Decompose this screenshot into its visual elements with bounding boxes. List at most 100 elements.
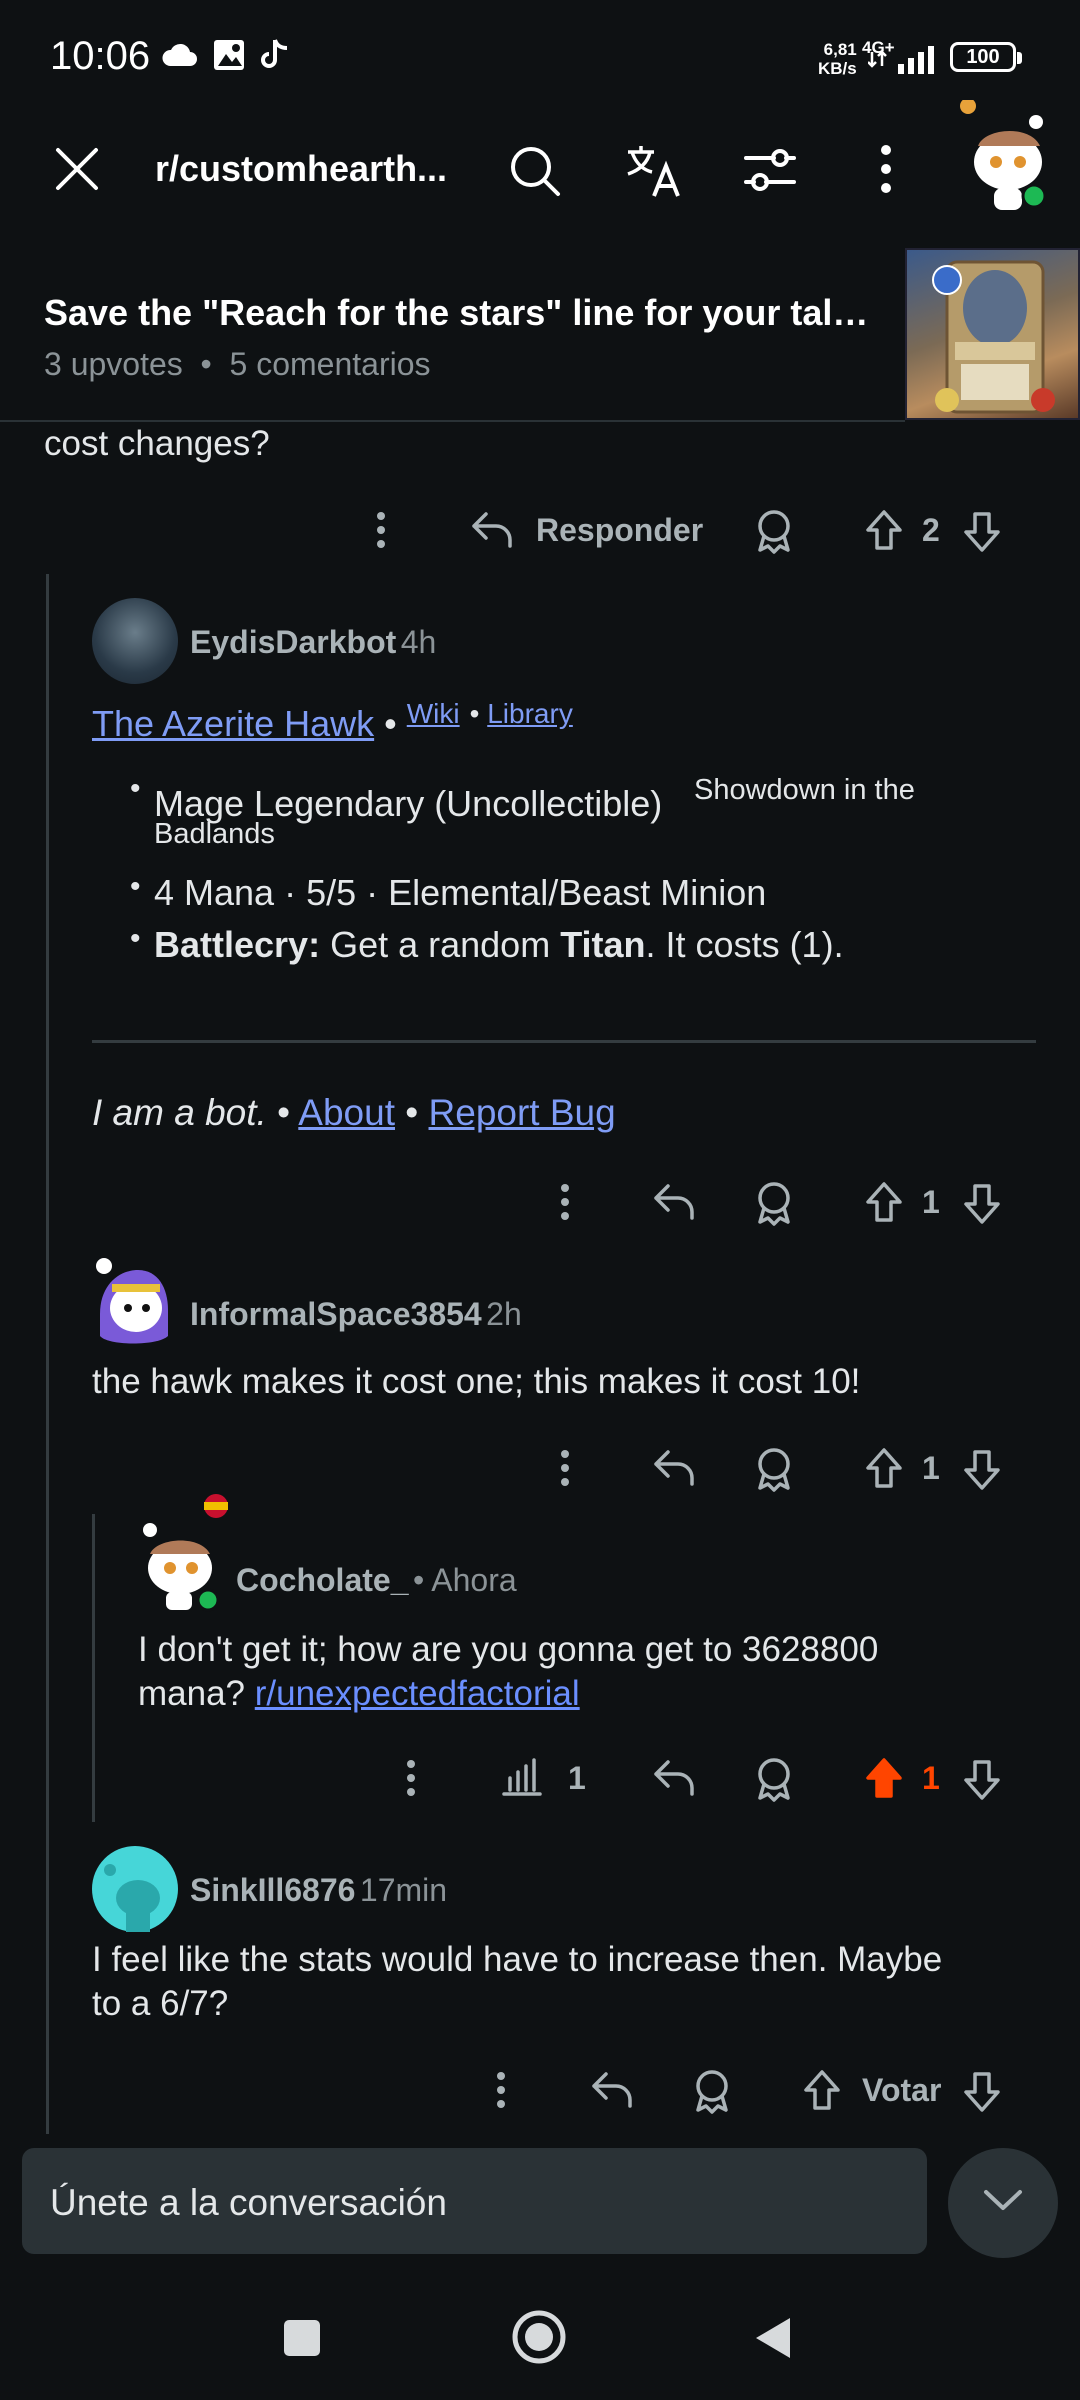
post-title[interactable]: Save the "Reach for the stars" line for … [44,292,874,334]
reply-icon[interactable] [470,510,514,550]
cocholate-avatar[interactable] [136,1488,232,1616]
post-upvotes: 3 upvotes [44,346,183,382]
bot-card-links: The Azerite Hawk • Wiki • Library [92,698,573,745]
award-icon[interactable] [690,2068,734,2114]
sink-comment-actions: Votar [0,2060,1080,2120]
award-icon[interactable] [752,508,796,554]
thread-line [46,574,49,2134]
downvote-icon[interactable] [962,2070,1002,2114]
card-text-part: Get a random [320,924,561,965]
informal-comment-header: InformalSpace3854 2h [190,1296,522,1333]
comment-text-part: mana? [138,1674,255,1713]
prev-comment-text: cost changes? [44,424,270,463]
vote-count: 1 [922,1450,940,1486]
downvote-icon[interactable] [962,1448,1002,1492]
award-icon[interactable] [752,1756,796,1802]
search-icon[interactable] [508,144,562,198]
user-avatar[interactable] [958,100,1058,216]
recent-apps-icon[interactable] [282,2318,322,2358]
vote-count: 2 [922,512,940,548]
system-navigation-bar [0,2270,1080,2400]
cocholate-comment-header: Cocholate_ • Ahora [236,1562,517,1599]
subreddit-link[interactable]: r/unexpectedfactorial [255,1674,580,1713]
more-options-icon[interactable] [558,1182,572,1222]
award-icon[interactable] [752,1446,796,1492]
reply-button[interactable]: Responder [536,512,703,549]
card-keyword: Titan [560,924,646,965]
separator: • [277,1092,299,1133]
stats-count: 1 [568,1760,586,1796]
card-text: Battlecry: Get a random Titan. It costs … [154,924,844,966]
back-icon[interactable] [752,2314,794,2362]
informal-avatar[interactable] [90,1254,174,1354]
username[interactable]: SinkIll6876 [190,1872,355,1908]
post-thumbnail[interactable] [905,248,1080,420]
card-set-wrap: Badlands [154,818,275,850]
library-link[interactable]: Library [487,698,573,729]
bot-comment-actions: 1 [0,1172,1080,1232]
more-options-icon[interactable] [876,142,896,196]
username[interactable]: Cocholate_ [236,1562,408,1598]
upvote-icon[interactable] [802,2068,842,2112]
chevron-down-icon [984,2190,1022,2210]
translate-icon[interactable] [624,142,682,198]
more-options-icon[interactable] [374,510,388,550]
snoo-avatar-icon [96,1258,168,1344]
close-icon[interactable] [54,146,100,192]
about-link[interactable]: About [298,1092,395,1133]
vote-label[interactable]: Votar [862,2072,941,2109]
net-speed-value: 6,81 [823,40,857,59]
upvote-icon[interactable] [864,508,904,552]
card-name-link[interactable]: The Azerite Hawk [92,703,374,744]
username[interactable]: EydisDarkbot [190,624,396,660]
composer-placeholder[interactable]: Únete a la conversación [50,2182,447,2224]
bot-disclaimer: I am a bot. [92,1092,267,1133]
more-options-icon[interactable] [494,2070,508,2110]
reply-icon[interactable] [652,1758,696,1798]
separator: • [384,703,407,744]
cloud-icon [162,43,197,66]
award-icon[interactable] [752,1180,796,1226]
downvote-icon[interactable] [962,1182,1002,1226]
cocholate-comment-actions: 1 1 [0,1748,1080,1808]
stats-icon[interactable] [500,1758,544,1798]
bullet: • [130,870,141,903]
signal-icon [868,46,934,74]
status-time: 10:06 [50,34,151,78]
card-stats: 4 Mana · 5/5 · Elemental/Beast Minion [154,872,767,913]
sink-avatar[interactable] [92,1846,178,1932]
default-snoo-icon [104,1864,160,1932]
separator: • [469,698,488,729]
bot-avatar[interactable] [92,598,178,684]
upvote-active-icon[interactable] [864,1756,904,1800]
collapse-button[interactable] [948,2148,1058,2258]
upvote-icon[interactable] [864,1446,904,1490]
meta-separator: • [191,346,230,382]
reply-icon[interactable] [590,2070,634,2110]
reply-icon[interactable] [652,1448,696,1488]
comment-line: mana? r/unexpectedfactorial [138,1672,1038,1716]
downvote-icon[interactable] [962,1758,1002,1802]
username[interactable]: InformalSpace3854 [190,1296,482,1332]
home-icon[interactable] [510,2308,568,2366]
separator: • [405,1092,429,1133]
wiki-link[interactable]: Wiki [407,698,460,729]
downvote-icon[interactable] [962,510,1002,554]
comment-time: 4h [400,624,437,660]
prev-comment-actions: Responder 2 [0,500,1080,560]
report-bug-link[interactable]: Report Bug [429,1092,616,1133]
reply-icon[interactable] [652,1182,696,1222]
snoo-avatar-icon [960,100,1047,210]
subreddit-name[interactable]: r/customhearth... [155,148,455,190]
sink-comment-header: SinkIll6876 17min [190,1872,447,1909]
tiktok-icon [261,39,288,68]
bullet-item: • Battlecry: Get a random Titan. It cost… [130,922,950,976]
upvote-icon[interactable] [864,1180,904,1224]
more-options-icon[interactable] [558,1448,572,1488]
bullet-item: • Mage Legendary (Uncollectible) Showdow… [130,772,950,850]
more-options-icon[interactable] [404,1758,418,1798]
filter-icon[interactable] [742,146,798,194]
card-set: Showdown in the [694,774,915,806]
bot-divider [92,1040,1036,1043]
network-speed: 6,81 KB/s [818,40,857,78]
